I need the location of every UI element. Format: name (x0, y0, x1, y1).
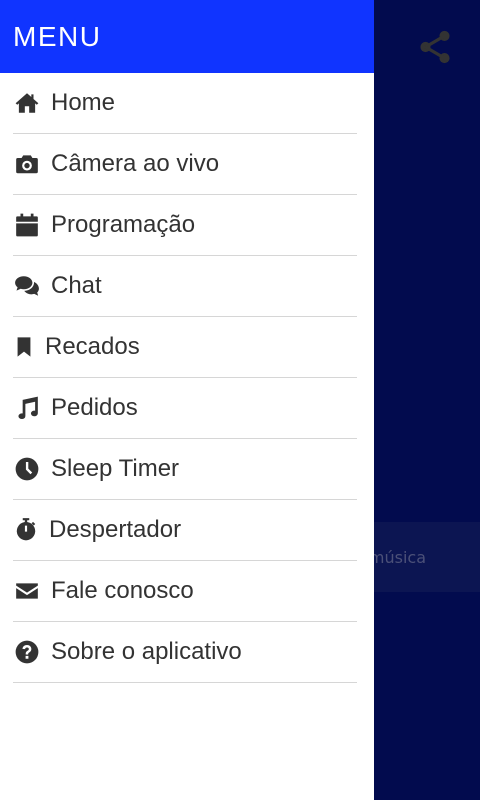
menu-item-sleep-timer[interactable]: Sleep Timer (13, 439, 357, 500)
drawer-title: MENU (13, 20, 102, 52)
menu-item-label: Home (51, 89, 116, 116)
menu-item-about[interactable]: Sobre o aplicativo (13, 622, 357, 683)
envelope-icon (13, 577, 41, 605)
stopwatch-icon (13, 516, 39, 544)
menu-item-label: Pedidos (51, 394, 138, 421)
music-note-icon (13, 394, 41, 422)
menu-item-schedule[interactable]: Programação (13, 195, 357, 256)
drawer-header: MENU (0, 0, 374, 73)
clock-icon (13, 455, 41, 483)
share-icon (420, 30, 450, 64)
menu-item-label: Recados (45, 333, 140, 360)
question-icon (13, 638, 41, 666)
menu-item-alarm[interactable]: Despertador (13, 500, 357, 561)
home-icon (13, 89, 41, 117)
menu-item-label: Sleep Timer (51, 455, 180, 482)
camera-icon (13, 150, 41, 178)
menu-item-home[interactable]: Home (13, 73, 357, 134)
menu-item-contact[interactable]: Fale conosco (13, 561, 357, 622)
menu-item-label: Programação (51, 211, 196, 238)
chat-icon (13, 272, 41, 300)
menu-item-requests[interactable]: Pedidos (13, 378, 357, 439)
now-playing-bar[interactable]: a música (354, 522, 480, 592)
bookmark-icon (13, 333, 35, 361)
menu-item-label: Sobre o aplicativo (51, 638, 242, 665)
calendar-icon (13, 211, 41, 239)
menu-item-label: Fale conosco (51, 577, 194, 604)
menu-item-live-camera[interactable]: Câmera ao vivo (13, 134, 357, 195)
menu-item-label: Despertador (49, 516, 182, 543)
menu-item-messages[interactable]: Recados (13, 317, 357, 378)
menu-item-label: Chat (51, 272, 102, 299)
menu-item-chat[interactable]: Chat (13, 256, 357, 317)
menu-item-label: Câmera ao vivo (51, 150, 220, 177)
drawer-menu: Home Câmera ao vivo Programação Chat Rec… (0, 73, 374, 683)
navigation-drawer: MENU Home Câmera ao vivo Programação Cha… (0, 0, 374, 800)
share-button[interactable] (414, 26, 456, 68)
